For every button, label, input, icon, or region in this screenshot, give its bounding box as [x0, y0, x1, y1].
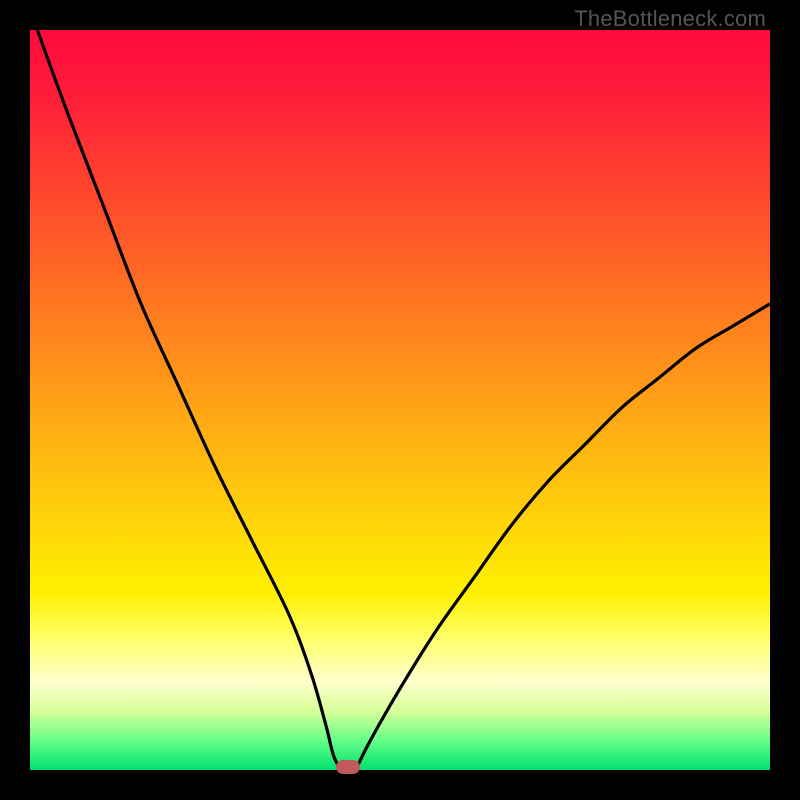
bottleneck-curve: [30, 30, 770, 770]
curve-right-branch: [356, 304, 770, 770]
minimum-marker: [336, 760, 360, 774]
curve-left-branch: [37, 30, 340, 770]
watermark-text: TheBottleneck.com: [574, 6, 766, 32]
